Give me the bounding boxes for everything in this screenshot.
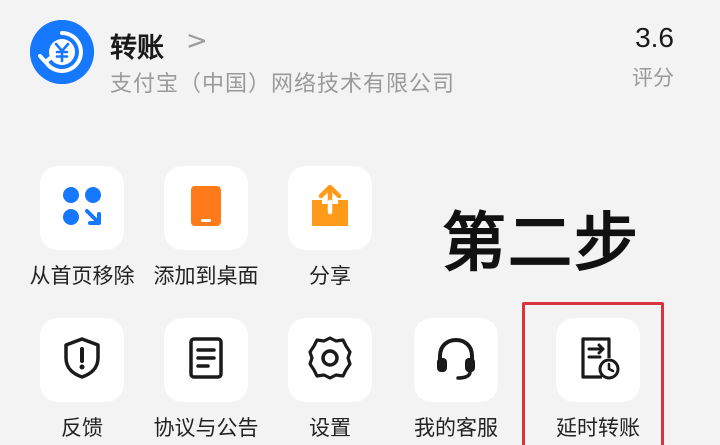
app-header: 转账 > 支付宝（中国）网络技术有限公司 3.6 评分 <box>0 0 720 120</box>
document-icon <box>182 334 230 386</box>
settings-gear-icon <box>306 334 354 386</box>
action-customer-service[interactable]: 我的客服 <box>392 318 512 440</box>
chevron-right-icon[interactable]: > <box>186 26 208 56</box>
feedback-shield-icon <box>58 334 106 386</box>
action-tile[interactable] <box>164 166 248 250</box>
action-feedback[interactable]: 反馈 <box>18 318 138 440</box>
action-tile[interactable] <box>414 318 498 402</box>
add-to-desktop-icon <box>182 182 230 234</box>
action-tile[interactable] <box>288 166 372 250</box>
rating-value: 3.6 <box>635 22 674 53</box>
action-tile[interactable] <box>288 318 372 402</box>
action-tile[interactable] <box>40 166 124 250</box>
action-tile[interactable] <box>164 318 248 402</box>
action-tile[interactable] <box>40 318 124 402</box>
action-settings[interactable]: 设置 <box>266 318 386 440</box>
yuan-transfer-icon[interactable] <box>30 20 94 84</box>
action-add-to-desktop[interactable]: 添加到桌面 <box>142 166 262 288</box>
app-name[interactable]: 转账 <box>110 26 164 65</box>
share-icon <box>306 182 354 234</box>
step-annotation: 第二步 <box>442 207 640 281</box>
app-company: 支付宝（中国）网络技术有限公司 <box>110 72 456 97</box>
action-share[interactable]: 分享 <box>266 166 386 288</box>
action-label: 分享 <box>309 264 351 288</box>
highlight-box <box>522 302 664 445</box>
rating-label: 评分 <box>632 66 674 90</box>
action-label: 我的客服 <box>414 416 498 440</box>
headset-icon <box>432 334 480 386</box>
remove-from-home-icon <box>58 182 106 234</box>
action-remove-from-home[interactable]: 从首页移除 <box>18 166 138 288</box>
action-agreements[interactable]: 协议与公告 <box>142 318 262 440</box>
